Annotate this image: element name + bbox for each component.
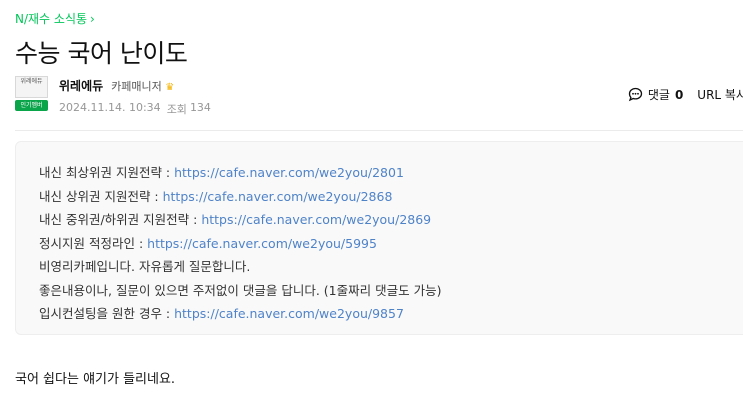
popular-member-badge: 인기멤버 [15,100,48,111]
notice-box: 내신 최상위권 지원전략 : https://cafe.naver.com/we… [15,141,743,335]
avatar-logo: 위레에듀 [15,76,48,98]
author-box: 위레에듀 인기멤버 위레에듀 카페매니저 ♛ 2024.11.14. 10:34… [15,76,211,117]
comment-count: 0 [674,87,684,102]
notice-line: 내신 중위권/하위권 지원전략 : https://cafe.naver.com… [39,212,432,227]
crown-icon: ♛ [165,81,175,93]
views-label: 조회 [166,103,187,116]
views-count: 134 [189,101,211,114]
author-nickname[interactable]: 위레에듀 [59,77,103,94]
notice-line: 정시지원 적정라인 : https://cafe.naver.com/we2yo… [39,235,377,251]
copy-url-button[interactable]: URL 복사 [697,86,743,103]
comment-label: 댓글 [647,88,670,102]
notice-link[interactable]: https://cafe.naver.com/we2you/2801 [174,165,404,180]
header-divider [15,130,743,131]
member-level: 카페매니저 ♛ [111,78,174,94]
member-level-label: 카페매니저 [111,79,162,93]
notice-line: 좋은내용이나, 질문이 있으면 주저없이 댓글을 답니다. (1줄짜리 댓글도 … [39,282,442,298]
notice-link[interactable]: https://cafe.naver.com/we2you/9857 [174,306,404,321]
notice-line: 내신 상위권 지원전략 : https://cafe.naver.com/we2… [39,188,393,204]
board-name: N/재수 소식통 [15,12,88,26]
chevron-right-icon: › [90,11,95,26]
notice-line: 입시컨설팅을 원한 경우 : https://cafe.naver.com/we… [39,306,404,321]
post-tools: 댓글 0 URL 복사 [628,86,743,103]
board-link[interactable]: N/재수 소식통 › [15,10,95,27]
notice-line: 비영리카페입니다. 자유롭게 질문합니다. [39,259,251,274]
post-title: 수능 국어 난이도 [15,39,188,68]
notice-link[interactable]: https://cafe.naver.com/we2you/2869 [201,212,431,227]
comment-icon [628,87,642,102]
avatar[interactable]: 위레에듀 인기멤버 [15,76,48,111]
notice-line: 내신 최상위권 지원전략 : https://cafe.naver.com/we… [39,165,404,180]
post-date: 2024.11.14. 10:34 [59,101,161,114]
post-body-text: 국어 쉽다는 얘기가 들리네요. [15,372,176,387]
notice-link[interactable]: https://cafe.naver.com/we2you/5995 [147,236,377,251]
notice-link[interactable]: https://cafe.naver.com/we2you/2868 [163,189,393,204]
comment-button[interactable]: 댓글 0 [628,86,683,103]
